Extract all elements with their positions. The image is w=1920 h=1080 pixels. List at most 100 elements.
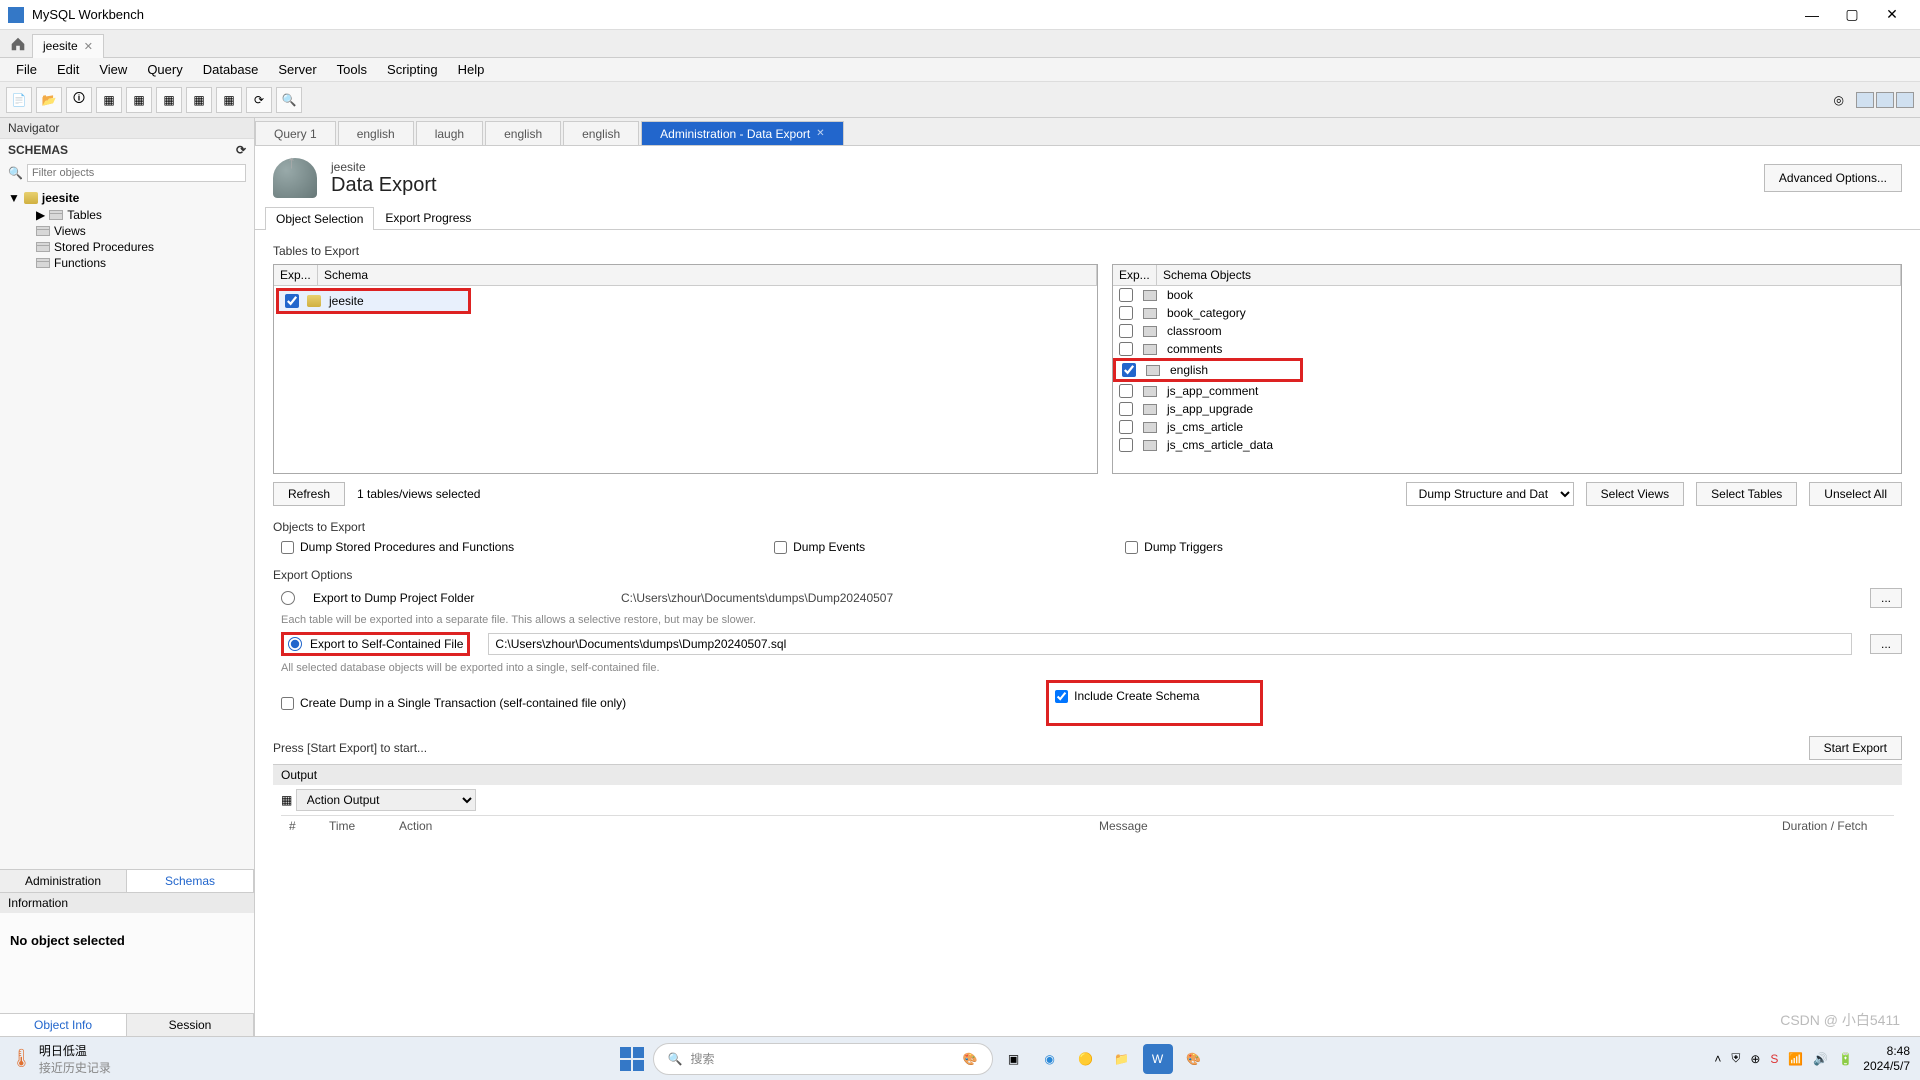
radio-dump-folder[interactable] (281, 591, 295, 605)
tab-administration[interactable]: Administration (0, 870, 127, 892)
subtab-object-selection[interactable]: Object Selection (265, 207, 374, 230)
panel-toggle-1[interactable] (1856, 92, 1874, 108)
query-tab[interactable]: Query 1 (255, 121, 336, 145)
app-icon-1[interactable]: 📁 (1107, 1044, 1137, 1074)
refresh-button[interactable]: Refresh (273, 482, 345, 506)
query-tab-active[interactable]: Administration - Data Export✕ (641, 121, 843, 145)
connection-tab[interactable]: jeesite ✕ (32, 34, 104, 58)
chk-dump-sp[interactable]: Dump Stored Procedures and Functions (281, 540, 514, 554)
panel-toggle-2[interactable] (1876, 92, 1894, 108)
object-row[interactable]: js_cms_article_data (1113, 436, 1901, 454)
refresh-icon[interactable]: ⟳ (236, 143, 246, 157)
wifi-icon[interactable]: 📶 (1788, 1052, 1803, 1066)
tab-session[interactable]: Session (127, 1014, 254, 1036)
object-checkbox[interactable] (1119, 306, 1133, 320)
menu-file[interactable]: File (6, 60, 47, 79)
object-row[interactable]: js_app_comment (1113, 382, 1901, 400)
object-row[interactable]: comments (1113, 340, 1901, 358)
weather-widget[interactable]: 🌡 明日低温 接近历史记录 (10, 1042, 111, 1076)
query-tab[interactable]: laugh (416, 121, 483, 145)
toolbar-btn-8[interactable]: ▦ (216, 87, 242, 113)
minimize-button[interactable]: — (1792, 1, 1832, 29)
output-type-select[interactable]: Action Output (296, 789, 476, 811)
object-row[interactable]: classroom (1113, 322, 1901, 340)
chk-single-transaction[interactable]: Create Dump in a Single Transaction (sel… (281, 696, 626, 710)
toolbar-new-sql[interactable]: 📄 (6, 87, 32, 113)
toolbar-open-sql[interactable]: 📂 (36, 87, 62, 113)
maximize-button[interactable]: ▢ (1832, 1, 1872, 29)
filter-input[interactable] (27, 164, 246, 182)
chk-include-create-schema[interactable]: Include Create Schema (1055, 689, 1199, 703)
toolbar-btn-5[interactable]: ▦ (126, 87, 152, 113)
object-checkbox[interactable] (1122, 363, 1136, 377)
subtab-export-progress[interactable]: Export Progress (374, 206, 482, 229)
edge-icon[interactable]: ◉ (1035, 1044, 1065, 1074)
browse-file-button[interactable]: ... (1870, 634, 1902, 654)
tree-functions[interactable]: Functions (8, 255, 246, 271)
menu-query[interactable]: Query (137, 60, 192, 79)
menu-view[interactable]: View (89, 60, 137, 79)
clock[interactable]: 8:48 2024/5/7 (1863, 1044, 1910, 1073)
object-row[interactable]: book (1113, 286, 1901, 304)
menu-help[interactable]: Help (448, 60, 495, 79)
toolbar-btn-10[interactable]: 🔍 (276, 87, 302, 113)
chk-dump-events[interactable]: Dump Events (774, 540, 865, 554)
tab-schemas[interactable]: Schemas (127, 870, 254, 892)
dump-type-select[interactable]: Dump Structure and Dat (1406, 482, 1574, 506)
start-button[interactable] (617, 1044, 647, 1074)
object-row[interactable]: book_category (1113, 304, 1901, 322)
tray-icon[interactable]: ⛨ (1731, 1051, 1740, 1066)
object-row[interactable]: js_app_upgrade (1113, 400, 1901, 418)
tray-icon[interactable]: ⊕ (1750, 1052, 1760, 1066)
schema-tree[interactable]: ▼ jeesite ▶Tables Views Stored Procedure… (0, 185, 254, 869)
close-icon[interactable]: ✕ (816, 128, 824, 139)
toolbar-btn-7[interactable]: ▦ (186, 87, 212, 113)
taskbar-search[interactable]: 🔍 搜索 🎨 (653, 1043, 993, 1075)
schema-objects-list[interactable]: Exp... Schema Objects bookbook_categoryc… (1112, 264, 1902, 474)
tray-icon[interactable]: S (1770, 1052, 1778, 1066)
query-tab[interactable]: english (485, 121, 561, 145)
query-tab[interactable]: english (563, 121, 639, 145)
file-path-input[interactable] (488, 633, 1852, 655)
advanced-options-button[interactable]: Advanced Options... (1764, 164, 1902, 192)
object-checkbox[interactable] (1119, 342, 1133, 356)
home-icon[interactable] (8, 34, 28, 54)
object-checkbox[interactable] (1119, 324, 1133, 338)
query-tab[interactable]: english (338, 121, 414, 145)
object-checkbox[interactable] (1119, 384, 1133, 398)
system-tray[interactable]: ˄ ⛨ ⊕ S 📶 🔊 🔋 8:48 2024/5/7 (1714, 1044, 1910, 1073)
menu-tools[interactable]: Tools (327, 60, 377, 79)
toolbar-btn-9[interactable]: ⟳ (246, 87, 272, 113)
object-row[interactable]: js_cms_article (1113, 418, 1901, 436)
taskview-icon[interactable]: ▣ (999, 1044, 1029, 1074)
workbench-icon[interactable]: W (1143, 1044, 1173, 1074)
unselect-all-button[interactable]: Unselect All (1809, 482, 1902, 506)
object-checkbox[interactable] (1119, 438, 1133, 452)
menu-server[interactable]: Server (268, 60, 326, 79)
object-checkbox[interactable] (1119, 420, 1133, 434)
battery-icon[interactable]: 🔋 (1838, 1052, 1853, 1066)
panel-toggle-3[interactable] (1896, 92, 1914, 108)
tree-db[interactable]: ▼ jeesite (8, 189, 246, 207)
tree-views[interactable]: Views (8, 223, 246, 239)
chk-dump-triggers[interactable]: Dump Triggers (1125, 540, 1223, 554)
browse-folder-button[interactable]: ... (1870, 588, 1902, 608)
paint-icon[interactable]: 🎨 (1179, 1044, 1209, 1074)
tree-tables[interactable]: ▶Tables (8, 207, 246, 223)
schema-list[interactable]: Exp... Schema jeesite (273, 264, 1098, 474)
toolbar-inspector[interactable]: 🛈 (66, 87, 92, 113)
select-views-button[interactable]: Select Views (1586, 482, 1684, 506)
object-row[interactable]: english (1116, 361, 1300, 379)
schema-checkbox[interactable] (285, 294, 299, 308)
chevron-up-icon[interactable]: ˄ (1714, 1052, 1721, 1066)
menu-edit[interactable]: Edit (47, 60, 89, 79)
schema-row[interactable]: jeesite (279, 291, 468, 311)
object-checkbox[interactable] (1119, 402, 1133, 416)
close-button[interactable]: ✕ (1872, 1, 1912, 29)
toolbar-btn-4[interactable]: ▦ (96, 87, 122, 113)
toolbar-btn-6[interactable]: ▦ (156, 87, 182, 113)
volume-icon[interactable]: 🔊 (1813, 1052, 1828, 1066)
tab-object-info[interactable]: Object Info (0, 1014, 127, 1036)
menu-scripting[interactable]: Scripting (377, 60, 448, 79)
object-checkbox[interactable] (1119, 288, 1133, 302)
